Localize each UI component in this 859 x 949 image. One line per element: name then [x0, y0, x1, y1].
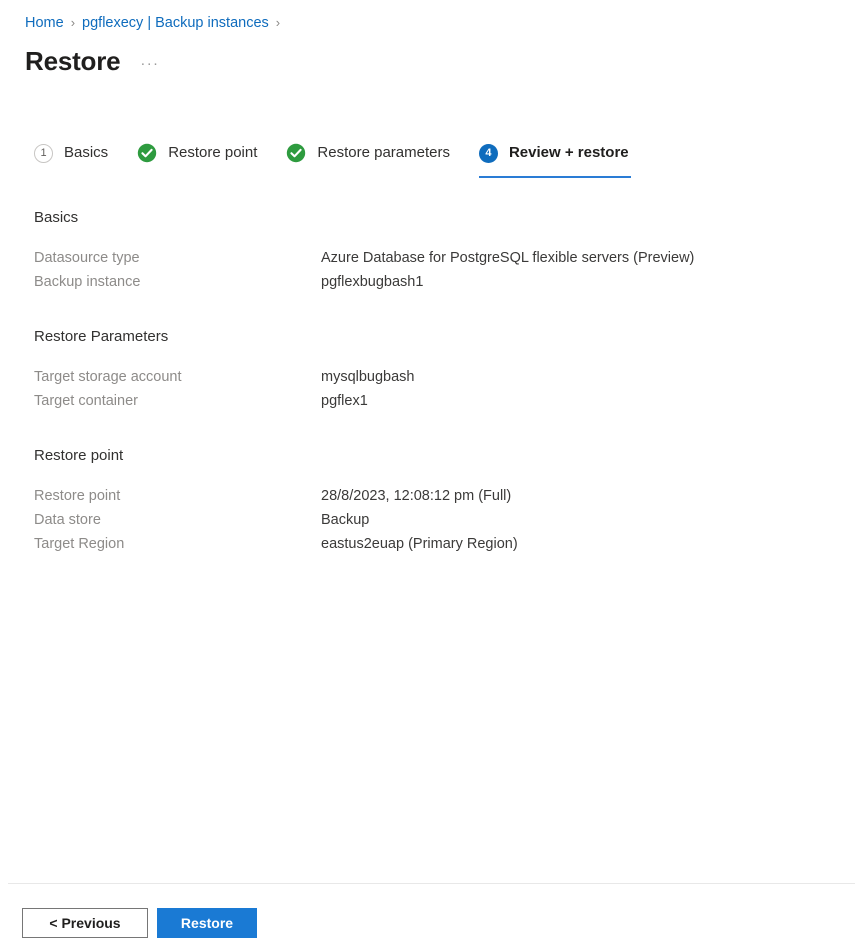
row-value: 28/8/2023, 12:08:12 pm (Full): [321, 488, 512, 504]
restore-button[interactable]: Restore: [157, 908, 257, 938]
breadcrumb-item-home[interactable]: Home: [25, 13, 64, 33]
row-label: Target storage account: [34, 369, 182, 385]
row-backup-instance: Backup instance pgflexbugbash1: [34, 270, 824, 294]
tab-restore-parameters[interactable]: Restore parameters: [286, 136, 450, 172]
row-label: Target container: [34, 393, 138, 409]
row-label: Data store: [34, 512, 101, 528]
breadcrumb: Home › pgflexecy | Backup instances ›: [25, 13, 287, 33]
row-target-region: Target Region eastus2euap (Primary Regio…: [34, 532, 824, 556]
row-label: Target Region: [34, 536, 125, 552]
circle-number-icon: 1: [34, 143, 53, 163]
breadcrumb-trailing-separator-icon: ›: [275, 15, 281, 30]
breadcrumb-separator-icon: ›: [70, 15, 76, 30]
page-title: Restore: [25, 46, 121, 76]
active-tab-underline: [478, 176, 631, 178]
footer-actions: < Previous Restore: [22, 908, 257, 938]
tab-basics[interactable]: 1 Basics: [34, 136, 108, 172]
tab-review-restore-label: Review + restore: [508, 144, 629, 161]
tab-restore-point-label: Restore point: [168, 144, 258, 161]
section-basics-title: Basics: [34, 209, 79, 226]
row-restore-point: Restore point 28/8/2023, 12:08:12 pm (Fu…: [34, 484, 824, 508]
row-target-container: Target container pgflex1: [34, 389, 824, 413]
check-circle-icon: [137, 143, 157, 163]
row-datasource-type: Datasource type Azure Database for Postg…: [34, 246, 824, 270]
previous-button[interactable]: < Previous: [22, 908, 148, 938]
tab-restore-point[interactable]: Restore point: [137, 136, 257, 172]
review-summary: Basics Datasource type Azure Database fo…: [34, 208, 824, 556]
section-restore-parameters-title: Restore Parameters: [34, 328, 169, 345]
row-target-storage-account: Target storage account mysqlbugbash: [34, 365, 824, 389]
check-circle-icon: [286, 143, 306, 163]
more-options-icon[interactable]: ···: [140, 42, 159, 80]
row-label: Datasource type: [34, 250, 140, 266]
section-restore-point-title: Restore point: [34, 447, 124, 464]
row-value: eastus2euap (Primary Region): [321, 536, 518, 552]
row-value: pgflex1: [321, 393, 368, 409]
row-value: Backup: [321, 512, 370, 528]
section-basics: Basics Datasource type Azure Database fo…: [34, 208, 824, 294]
title-row: Restore ···: [25, 42, 159, 80]
row-label: Restore point: [34, 488, 121, 504]
row-data-store: Data store Backup: [34, 508, 824, 532]
tab-basics-label: Basics: [64, 144, 109, 161]
wizard-tabs: 1 Basics Restore point Restore parameter…: [34, 136, 631, 178]
section-restore-parameters: Restore Parameters Target storage accoun…: [34, 327, 824, 413]
footer-divider: [8, 883, 855, 884]
tab-review-restore[interactable]: 4 Review + restore: [478, 136, 631, 178]
row-label: Backup instance: [34, 274, 141, 290]
tab-restore-parameters-label: Restore parameters: [317, 144, 450, 161]
section-restore-point: Restore point Restore point 28/8/2023, 1…: [34, 446, 824, 556]
circle-number-icon: 4: [478, 143, 498, 163]
row-value: Azure Database for PostgreSQL flexible s…: [321, 250, 695, 266]
row-value: pgflexbugbash1: [321, 274, 424, 290]
row-value: mysqlbugbash: [321, 369, 415, 385]
breadcrumb-item-backup-instances[interactable]: pgflexecy | Backup instances: [82, 13, 269, 33]
